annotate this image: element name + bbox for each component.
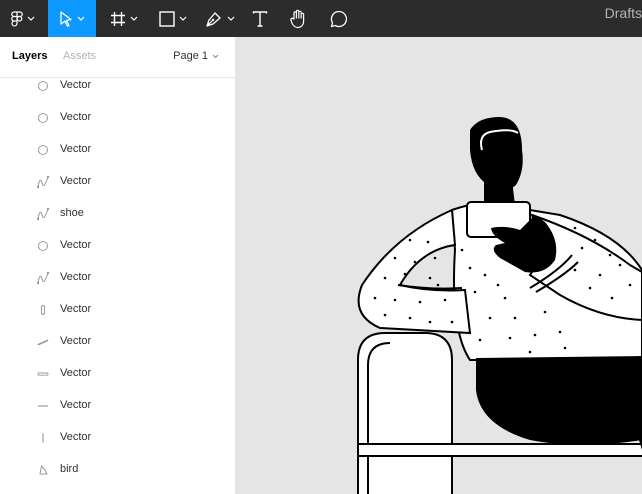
- ellipse-icon: [36, 111, 50, 125]
- ellipse-icon: [36, 239, 50, 253]
- layer-name: shoe: [60, 207, 84, 219]
- layer-row[interactable]: Vector: [0, 358, 235, 390]
- frame-tool-button[interactable]: [106, 0, 142, 37]
- layer-row[interactable]: Vector: [0, 326, 235, 358]
- layer-row[interactable]: Vector: [0, 230, 235, 262]
- comment-tool-button[interactable]: [327, 0, 351, 37]
- pants: [476, 356, 642, 445]
- text-tool-button[interactable]: [248, 0, 272, 37]
- layer-row[interactable]: Vector: [0, 70, 235, 102]
- ellipse-icon: [36, 143, 50, 157]
- vector-path-icon: [36, 271, 50, 285]
- move-tool-button[interactable]: [48, 0, 96, 37]
- figma-menu-icon: [11, 10, 23, 27]
- layer-row[interactable]: Vector: [0, 294, 235, 326]
- chevron-down-icon: [227, 16, 235, 21]
- layer-name: Vector: [60, 367, 92, 379]
- person-illustration[interactable]: [236, 37, 642, 494]
- vertical-line-icon: [36, 431, 50, 445]
- layer-row[interactable]: Vector: [0, 390, 235, 422]
- layers-panel: Layers Assets Page 1 Vector Vector Vecto…: [0, 37, 236, 494]
- layer-row[interactable]: Vector: [0, 166, 235, 198]
- move-tool-icon: [59, 10, 73, 27]
- ellipse-icon: [36, 79, 50, 93]
- vector-path-icon: [36, 175, 50, 189]
- head: [470, 117, 523, 190]
- shape-tool-icon: [159, 10, 175, 27]
- layer-list: Vector Vector Vector Vector shoe Vector …: [0, 70, 235, 486]
- layer-name: Vector: [60, 399, 92, 411]
- comment-tool-icon: [330, 10, 348, 28]
- chair-back: [357, 332, 453, 494]
- design-canvas[interactable]: [236, 37, 642, 494]
- chevron-down-icon: [130, 16, 138, 21]
- page-selector-label: Page 1: [173, 50, 208, 62]
- pen-tool-icon: [205, 10, 223, 28]
- tab-layers[interactable]: Layers: [12, 50, 47, 62]
- layer-name: Vector: [60, 239, 92, 251]
- tab-assets[interactable]: Assets: [63, 50, 96, 62]
- hand-tool-button[interactable]: [287, 0, 311, 37]
- chair-seat-bar: [357, 443, 642, 457]
- text-tool-icon: [252, 10, 268, 27]
- layer-row[interactable]: shoe: [0, 198, 235, 230]
- chevron-down-icon: [77, 16, 85, 21]
- layer-name: Vector: [60, 431, 92, 443]
- rounded-rect-icon: [36, 303, 50, 317]
- vector-path-icon: [36, 207, 50, 221]
- pen-tool-button[interactable]: [202, 0, 238, 37]
- diagonal-line-icon: [36, 335, 50, 349]
- layer-name: bird: [60, 463, 79, 475]
- layer-row[interactable]: Vector: [0, 422, 235, 454]
- layer-row[interactable]: Vector: [0, 102, 235, 134]
- layer-name: Vector: [60, 111, 92, 123]
- layer-row[interactable]: bird: [0, 454, 235, 486]
- layer-name: Vector: [60, 303, 92, 315]
- top-toolbar: Drafts: [0, 0, 642, 37]
- horizontal-bar-icon: [36, 367, 50, 381]
- layer-name: Vector: [60, 175, 92, 187]
- layer-row[interactable]: Vector: [0, 134, 235, 166]
- chevron-down-icon: [208, 50, 219, 62]
- layer-name: Vector: [60, 79, 92, 91]
- page-selector[interactable]: Page 1: [173, 50, 219, 62]
- layer-row[interactable]: Vector: [0, 262, 235, 294]
- frame-tool-icon: [110, 11, 126, 27]
- layer-name: Vector: [60, 271, 92, 283]
- hand-tool-icon: [290, 9, 308, 29]
- chevron-down-icon: [179, 16, 187, 21]
- horizontal-line-icon: [36, 399, 50, 413]
- layer-name: Vector: [60, 335, 92, 347]
- bird-shape-icon: [36, 463, 50, 477]
- shape-tool-button[interactable]: [155, 0, 191, 37]
- layer-name: Vector: [60, 143, 92, 155]
- figma-menu-button[interactable]: [0, 0, 46, 37]
- file-location-label[interactable]: Drafts: [605, 0, 642, 37]
- chevron-down-icon: [27, 16, 35, 21]
